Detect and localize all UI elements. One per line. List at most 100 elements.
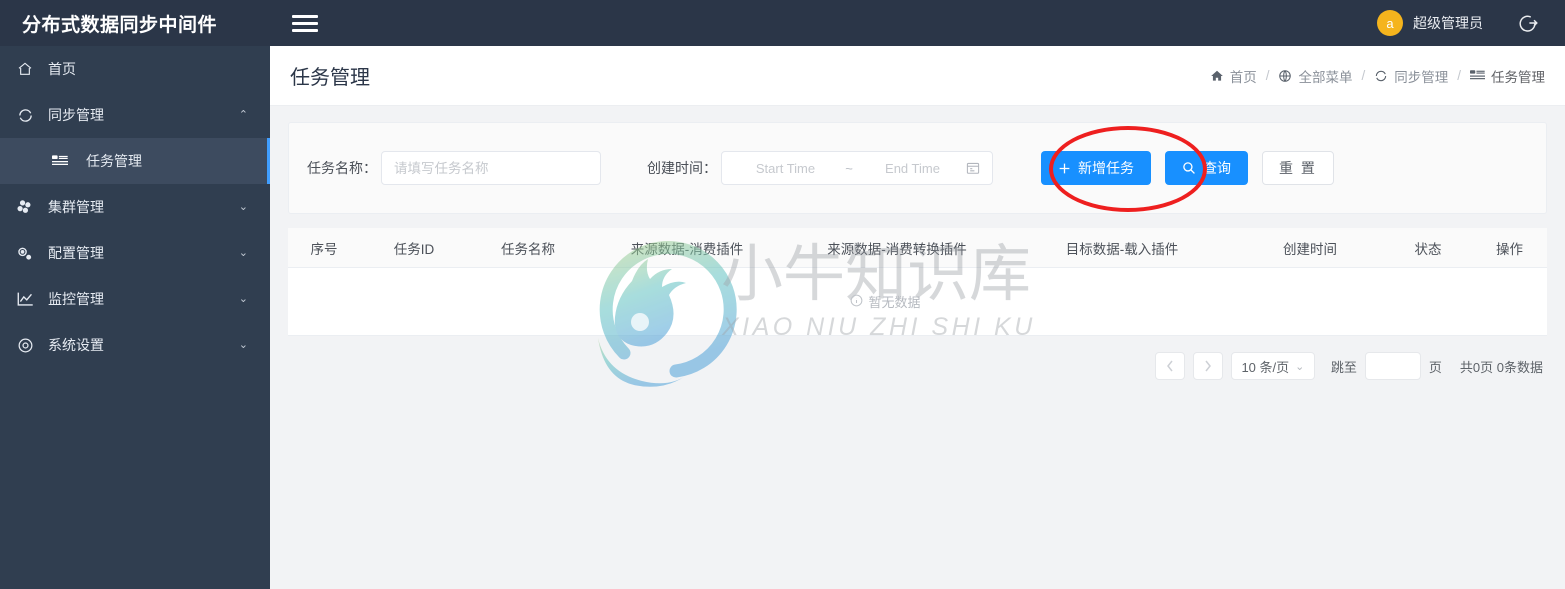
- sync-icon: [1374, 69, 1388, 83]
- chevron-up-icon: ⌃: [238, 108, 248, 121]
- page-unit-label: 页: [1428, 359, 1442, 375]
- sidebar: 首页 同步管理 ⌃ 任务管理 集群管理 ⌄ 配置管理 ⌄ 监控管理 ⌄ 系统设置…: [0, 46, 270, 589]
- plus-icon: [1058, 162, 1071, 175]
- empty-text-label: 暂无数据: [868, 295, 921, 310]
- sidebar-item-config-management[interactable]: 配置管理 ⌄: [0, 230, 270, 276]
- jump-to-input[interactable]: [1364, 352, 1421, 380]
- page-header: 任务管理 首页 / 全部菜单 / 同步管理 / 任务管理: [270, 46, 1565, 106]
- table-column-header: 序号: [310, 241, 338, 257]
- breadcrumb-label: 首页: [1229, 69, 1257, 85]
- table-column-header: 来源数据-消费转换插件: [827, 241, 967, 257]
- task-list-icon: [1470, 69, 1485, 82]
- table-column-header: 目标数据-载入插件: [1065, 241, 1179, 257]
- table-column-header: 操作: [1496, 241, 1523, 257]
- hamburger-bar: [292, 21, 318, 25]
- sidebar-item-task-management[interactable]: 任务管理: [0, 138, 270, 184]
- empty-state: 暂无数据: [850, 292, 921, 311]
- task-name-input[interactable]: [381, 151, 601, 185]
- main-content: 任务管理 首页 / 全部菜单 / 同步管理 / 任务管理 任务名称： 请填写任务…: [270, 46, 1565, 589]
- task-name-field-group: 任务名称：: [307, 151, 601, 185]
- chevron-down-icon: ⌄: [238, 292, 248, 305]
- table-column-header: 创建时间: [1283, 241, 1337, 257]
- breadcrumb-item-sync-management[interactable]: 同步管理: [1374, 66, 1448, 86]
- jump-to-label: 跳至: [1330, 359, 1357, 375]
- breadcrumb: 首页 / 全部菜单 / 同步管理 / 任务管理: [1210, 66, 1545, 86]
- pagination-next-button[interactable]: [1192, 352, 1223, 380]
- breadcrumb-label: 全部菜单: [1298, 69, 1353, 85]
- sidebar-item-label: 任务管理: [86, 153, 142, 169]
- search-icon: [1182, 161, 1196, 175]
- breadcrumb-separator: /: [1457, 68, 1461, 83]
- search-filter-card: 任务名称： 创建时间： Start Time ~ End Time: [288, 122, 1547, 214]
- table-body-empty: 暂无数据: [288, 268, 1547, 336]
- table-column-header: 任务ID: [393, 241, 435, 257]
- breadcrumb-label: 同步管理: [1394, 69, 1449, 85]
- table-column-header: 状态: [1414, 241, 1442, 257]
- sidebar-item-label: 系统设置: [48, 337, 104, 353]
- page-size-label: 10 条/页: [1241, 359, 1290, 375]
- logout-icon[interactable]: [1517, 12, 1539, 34]
- sidebar-item-monitor-management[interactable]: 监控管理 ⌄: [0, 276, 270, 322]
- hamburger-bar: [292, 28, 318, 32]
- user-name-label: 超级管理员: [1413, 15, 1483, 31]
- app-root: 分布式数据同步中间件 a 超级管理员 首页 同步管理 ⌃ 任务管理 集群管理 ⌄…: [0, 0, 1565, 589]
- sidebar-item-label: 配置管理: [48, 245, 104, 261]
- chart-icon: [12, 290, 38, 308]
- table-column-header: 任务名称: [501, 241, 555, 257]
- pagination-total-label: 共0页 0条数据: [1459, 359, 1543, 375]
- add-task-label: 新增任务: [1078, 160, 1134, 176]
- table-header-row: 序号 任务ID 任务名称 来源数据-消费插件 来源数据-消费转换插件 目标数据-…: [288, 228, 1547, 268]
- sidebar-item-label: 同步管理: [48, 107, 104, 123]
- table-column-header: 来源数据-消费插件: [630, 241, 744, 257]
- hamburger-bar: [292, 14, 318, 18]
- chevron-down-icon: ⌄: [238, 338, 248, 351]
- hamburger-icon[interactable]: [292, 12, 318, 34]
- create-time-label: 创建时间：: [647, 160, 717, 176]
- info-circle-icon: [850, 294, 863, 310]
- sidebar-item-sync-management[interactable]: 同步管理 ⌃: [0, 92, 270, 138]
- breadcrumb-separator: /: [1361, 68, 1366, 83]
- settings-circle-icon: [12, 336, 38, 354]
- pagination-prev-button[interactable]: [1154, 352, 1185, 380]
- sidebar-item-label: 监控管理: [48, 291, 104, 307]
- sync-icon: [12, 106, 38, 124]
- content-area: 任务名称： 创建时间： Start Time ~ End Time: [270, 106, 1565, 387]
- create-time-field-group: 创建时间： Start Time ~ End Time: [647, 151, 993, 185]
- app-brand-title: 分布式数据同步中间件: [22, 14, 218, 36]
- pagination: 10 条/页 ⌄ 跳至 页 共0页 0条数据: [288, 336, 1547, 380]
- home-icon: [12, 60, 38, 78]
- sidebar-item-label: 集群管理: [48, 199, 104, 215]
- breadcrumb-label: 任务管理: [1491, 69, 1545, 85]
- sidebar-item-home[interactable]: 首页: [0, 46, 270, 92]
- reset-button[interactable]: 重 置: [1262, 151, 1334, 185]
- top-bar: 分布式数据同步中间件 a 超级管理员: [0, 0, 1565, 46]
- chevron-down-icon: ⌄: [238, 200, 248, 213]
- globe-icon: [1278, 69, 1292, 83]
- breadcrumb-item-all-menus[interactable]: 全部菜单: [1278, 66, 1352, 86]
- task-list-icon: [52, 154, 76, 168]
- chevron-down-icon: ⌄: [238, 246, 248, 259]
- avatar: a: [1377, 10, 1403, 36]
- breadcrumb-item-home[interactable]: 首页: [1210, 66, 1257, 86]
- cubes-icon: [12, 198, 38, 216]
- gears-icon: [12, 244, 38, 262]
- end-time-placeholder[interactable]: End Time: [859, 161, 966, 176]
- page-size-select[interactable]: 10 条/页 ⌄: [1230, 352, 1315, 380]
- chevron-down-icon: ⌄: [1295, 360, 1305, 373]
- start-time-placeholder[interactable]: Start Time: [732, 161, 839, 176]
- page-title: 任务管理: [290, 67, 370, 89]
- task-table: 小牛知识库 XIAO NIU ZHI SHI KU 序号 任务ID 任务名称 来…: [288, 228, 1547, 387]
- query-button[interactable]: 查询: [1165, 151, 1248, 185]
- range-separator: ~: [845, 160, 853, 176]
- breadcrumb-separator: /: [1265, 68, 1270, 83]
- query-label: 查询: [1203, 160, 1231, 176]
- home-solid-icon: [1210, 69, 1224, 83]
- add-task-button[interactable]: 新增任务: [1041, 151, 1151, 185]
- user-area[interactable]: a 超级管理员: [1377, 10, 1565, 36]
- calendar-icon: [966, 161, 982, 175]
- create-time-range-picker[interactable]: Start Time ~ End Time: [721, 151, 993, 185]
- breadcrumb-item-task-management: 任务管理: [1470, 66, 1545, 86]
- sidebar-item-cluster-management[interactable]: 集群管理 ⌄: [0, 184, 270, 230]
- sidebar-item-system-settings[interactable]: 系统设置 ⌄: [0, 322, 270, 368]
- task-name-label: 任务名称：: [307, 160, 377, 176]
